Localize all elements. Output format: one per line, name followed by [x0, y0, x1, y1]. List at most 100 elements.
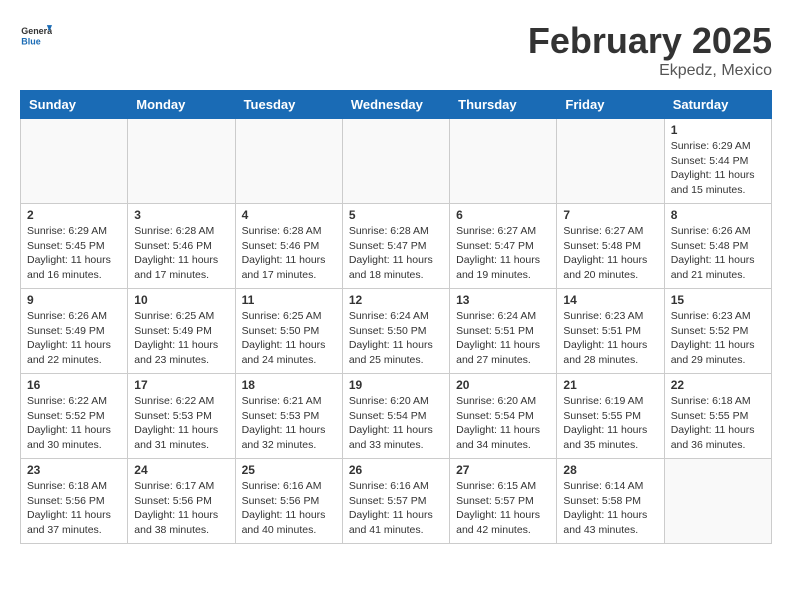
day-info: Sunrise: 6:15 AMSunset: 5:57 PMDaylight:…	[456, 479, 550, 538]
calendar-cell: 24Sunrise: 6:17 AMSunset: 5:56 PMDayligh…	[128, 459, 235, 544]
day-info: Sunrise: 6:28 AMSunset: 5:46 PMDaylight:…	[134, 224, 228, 283]
calendar-cell: 4 Sunrise: 6:28 AMSunset: 5:46 PMDaylight…	[235, 204, 342, 289]
calendar-cell: 20 Sunrise: 6:20 AMSunset: 5:54 PMDayligh…	[450, 374, 557, 459]
day-number: 11	[242, 293, 336, 307]
weekday-header-monday: Monday	[128, 91, 235, 119]
day-info: Sunrise: 6:21 AMSunset: 5:53 PMDaylight:…	[242, 394, 336, 453]
day-number: 15	[671, 293, 765, 307]
day-number: 23	[27, 463, 121, 477]
calendar-table: SundayMondayTuesdayWednesdayThursdayFrid…	[20, 90, 772, 544]
day-info: Sunrise: 6:16 AMSunset: 5:56 PMDaylight:…	[242, 479, 336, 538]
calendar-cell	[235, 119, 342, 204]
day-info: Sunrise: 6:23 AMSunset: 5:52 PMDaylight:…	[671, 309, 765, 368]
day-number: 25	[242, 463, 336, 477]
week-row-4: 16 Sunrise: 6:22 AMSunset: 5:52 PMDayligh…	[21, 374, 772, 459]
day-number: 3	[134, 208, 228, 222]
day-number: 9	[27, 293, 121, 307]
day-number: 21	[563, 378, 657, 392]
day-number: 8	[671, 208, 765, 222]
page-header: General Blue February 2025 Ekpedz, Mexic…	[20, 20, 772, 80]
day-number: 24	[134, 463, 228, 477]
calendar-cell: 22 Sunrise: 6:18 AMSunset: 5:55 PMDayligh…	[664, 374, 771, 459]
day-info: Sunrise: 6:19 AMSunset: 5:55 PMDaylight:…	[563, 394, 657, 453]
calendar-cell: 6 Sunrise: 6:27 AMSunset: 5:47 PMDaylight…	[450, 204, 557, 289]
location-title: Ekpedz, Mexico	[528, 62, 772, 80]
calendar-cell: 10 Sunrise: 6:25 AMSunset: 5:49 PMDayligh…	[128, 289, 235, 374]
week-row-2: 2 Sunrise: 6:29 AMSunset: 5:45 PMDaylight…	[21, 204, 772, 289]
day-number: 27	[456, 463, 550, 477]
week-row-3: 9 Sunrise: 6:26 AMSunset: 5:49 PMDaylight…	[21, 289, 772, 374]
calendar-cell: 25 Sunrise: 6:16 AMSunset: 5:56 PMDayligh…	[235, 459, 342, 544]
day-number: 6	[456, 208, 550, 222]
calendar-cell: 18 Sunrise: 6:21 AMSunset: 5:53 PMDayligh…	[235, 374, 342, 459]
day-info: Sunrise: 6:18 AMSunset: 5:55 PMDaylight:…	[671, 394, 765, 453]
day-info: Sunrise: 6:22 AMSunset: 5:53 PMDaylight:…	[134, 394, 228, 453]
day-info: Sunrise: 6:24 AMSunset: 5:51 PMDaylight:…	[456, 309, 550, 368]
calendar-cell: 26 Sunrise: 6:16 AMSunset: 5:57 PMDayligh…	[342, 459, 449, 544]
day-info: Sunrise: 6:29 AMSunset: 5:45 PMDaylight:…	[27, 224, 121, 283]
weekday-header-friday: Friday	[557, 91, 664, 119]
calendar-cell	[21, 119, 128, 204]
day-number: 4	[242, 208, 336, 222]
day-number: 19	[349, 378, 443, 392]
logo-icon: General Blue	[20, 20, 52, 52]
day-info: Sunrise: 6:25 AMSunset: 5:50 PMDaylight:…	[242, 309, 336, 368]
svg-text:General: General	[21, 26, 52, 36]
day-number: 26	[349, 463, 443, 477]
day-info: Sunrise: 6:20 AMSunset: 5:54 PMDaylight:…	[349, 394, 443, 453]
day-number: 14	[563, 293, 657, 307]
day-info: Sunrise: 6:16 AMSunset: 5:57 PMDaylight:…	[349, 479, 443, 538]
day-info: Sunrise: 6:26 AMSunset: 5:48 PMDaylight:…	[671, 224, 765, 283]
day-number: 28	[563, 463, 657, 477]
logo: General Blue	[20, 20, 52, 52]
month-title: February 2025	[528, 20, 772, 62]
day-info: Sunrise: 6:24 AMSunset: 5:50 PMDaylight:…	[349, 309, 443, 368]
day-number: 1	[671, 123, 765, 137]
calendar-cell: 16 Sunrise: 6:22 AMSunset: 5:52 PMDayligh…	[21, 374, 128, 459]
day-number: 7	[563, 208, 657, 222]
day-number: 18	[242, 378, 336, 392]
day-info: Sunrise: 6:28 AMSunset: 5:46 PMDaylight:…	[242, 224, 336, 283]
week-row-1: 1 Sunrise: 6:29 AMSunset: 5:44 PMDaylight…	[21, 119, 772, 204]
week-row-5: 23 Sunrise: 6:18 AMSunset: 5:56 PMDayligh…	[21, 459, 772, 544]
calendar-cell: 17 Sunrise: 6:22 AMSunset: 5:53 PMDayligh…	[128, 374, 235, 459]
day-info: Sunrise: 6:27 AMSunset: 5:47 PMDaylight:…	[456, 224, 550, 283]
weekday-header-sunday: Sunday	[21, 91, 128, 119]
calendar-cell	[450, 119, 557, 204]
calendar-cell: 15 Sunrise: 6:23 AMSunset: 5:52 PMDayligh…	[664, 289, 771, 374]
day-info: Sunrise: 6:20 AMSunset: 5:54 PMDaylight:…	[456, 394, 550, 453]
day-info: Sunrise: 6:22 AMSunset: 5:52 PMDaylight:…	[27, 394, 121, 453]
day-info: Sunrise: 6:25 AMSunset: 5:49 PMDaylight:…	[134, 309, 228, 368]
day-info: Sunrise: 6:14 AMSunset: 5:58 PMDaylight:…	[563, 479, 657, 538]
day-number: 20	[456, 378, 550, 392]
calendar-cell: 14Sunrise: 6:23 AMSunset: 5:51 PMDayligh…	[557, 289, 664, 374]
day-number: 12	[349, 293, 443, 307]
day-info: Sunrise: 6:29 AMSunset: 5:44 PMDaylight:…	[671, 139, 765, 198]
calendar-cell: 12 Sunrise: 6:24 AMSunset: 5:50 PMDayligh…	[342, 289, 449, 374]
weekday-header-saturday: Saturday	[664, 91, 771, 119]
day-info: Sunrise: 6:26 AMSunset: 5:49 PMDaylight:…	[27, 309, 121, 368]
calendar-cell: 1 Sunrise: 6:29 AMSunset: 5:44 PMDaylight…	[664, 119, 771, 204]
calendar-cell: 9 Sunrise: 6:26 AMSunset: 5:49 PMDaylight…	[21, 289, 128, 374]
calendar-cell: 7Sunrise: 6:27 AMSunset: 5:48 PMDaylight…	[557, 204, 664, 289]
day-number: 16	[27, 378, 121, 392]
calendar-cell: 3 Sunrise: 6:28 AMSunset: 5:46 PMDaylight…	[128, 204, 235, 289]
calendar-cell	[342, 119, 449, 204]
calendar-cell: 8 Sunrise: 6:26 AMSunset: 5:48 PMDaylight…	[664, 204, 771, 289]
weekday-header-wednesday: Wednesday	[342, 91, 449, 119]
day-number: 10	[134, 293, 228, 307]
calendar-cell	[664, 459, 771, 544]
day-number: 22	[671, 378, 765, 392]
day-info: Sunrise: 6:18 AMSunset: 5:56 PMDaylight:…	[27, 479, 121, 538]
calendar-cell: 23 Sunrise: 6:18 AMSunset: 5:56 PMDayligh…	[21, 459, 128, 544]
calendar-cell: 21 Sunrise: 6:19 AMSunset: 5:55 PMDayligh…	[557, 374, 664, 459]
day-number: 17	[134, 378, 228, 392]
day-number: 13	[456, 293, 550, 307]
day-number: 2	[27, 208, 121, 222]
calendar-cell: 5 Sunrise: 6:28 AMSunset: 5:47 PMDaylight…	[342, 204, 449, 289]
calendar-cell: 27 Sunrise: 6:15 AMSunset: 5:57 PMDayligh…	[450, 459, 557, 544]
day-info: Sunrise: 6:28 AMSunset: 5:47 PMDaylight:…	[349, 224, 443, 283]
weekday-header-row: SundayMondayTuesdayWednesdayThursdayFrid…	[21, 91, 772, 119]
day-number: 5	[349, 208, 443, 222]
calendar-cell: 28 Sunrise: 6:14 AMSunset: 5:58 PMDayligh…	[557, 459, 664, 544]
